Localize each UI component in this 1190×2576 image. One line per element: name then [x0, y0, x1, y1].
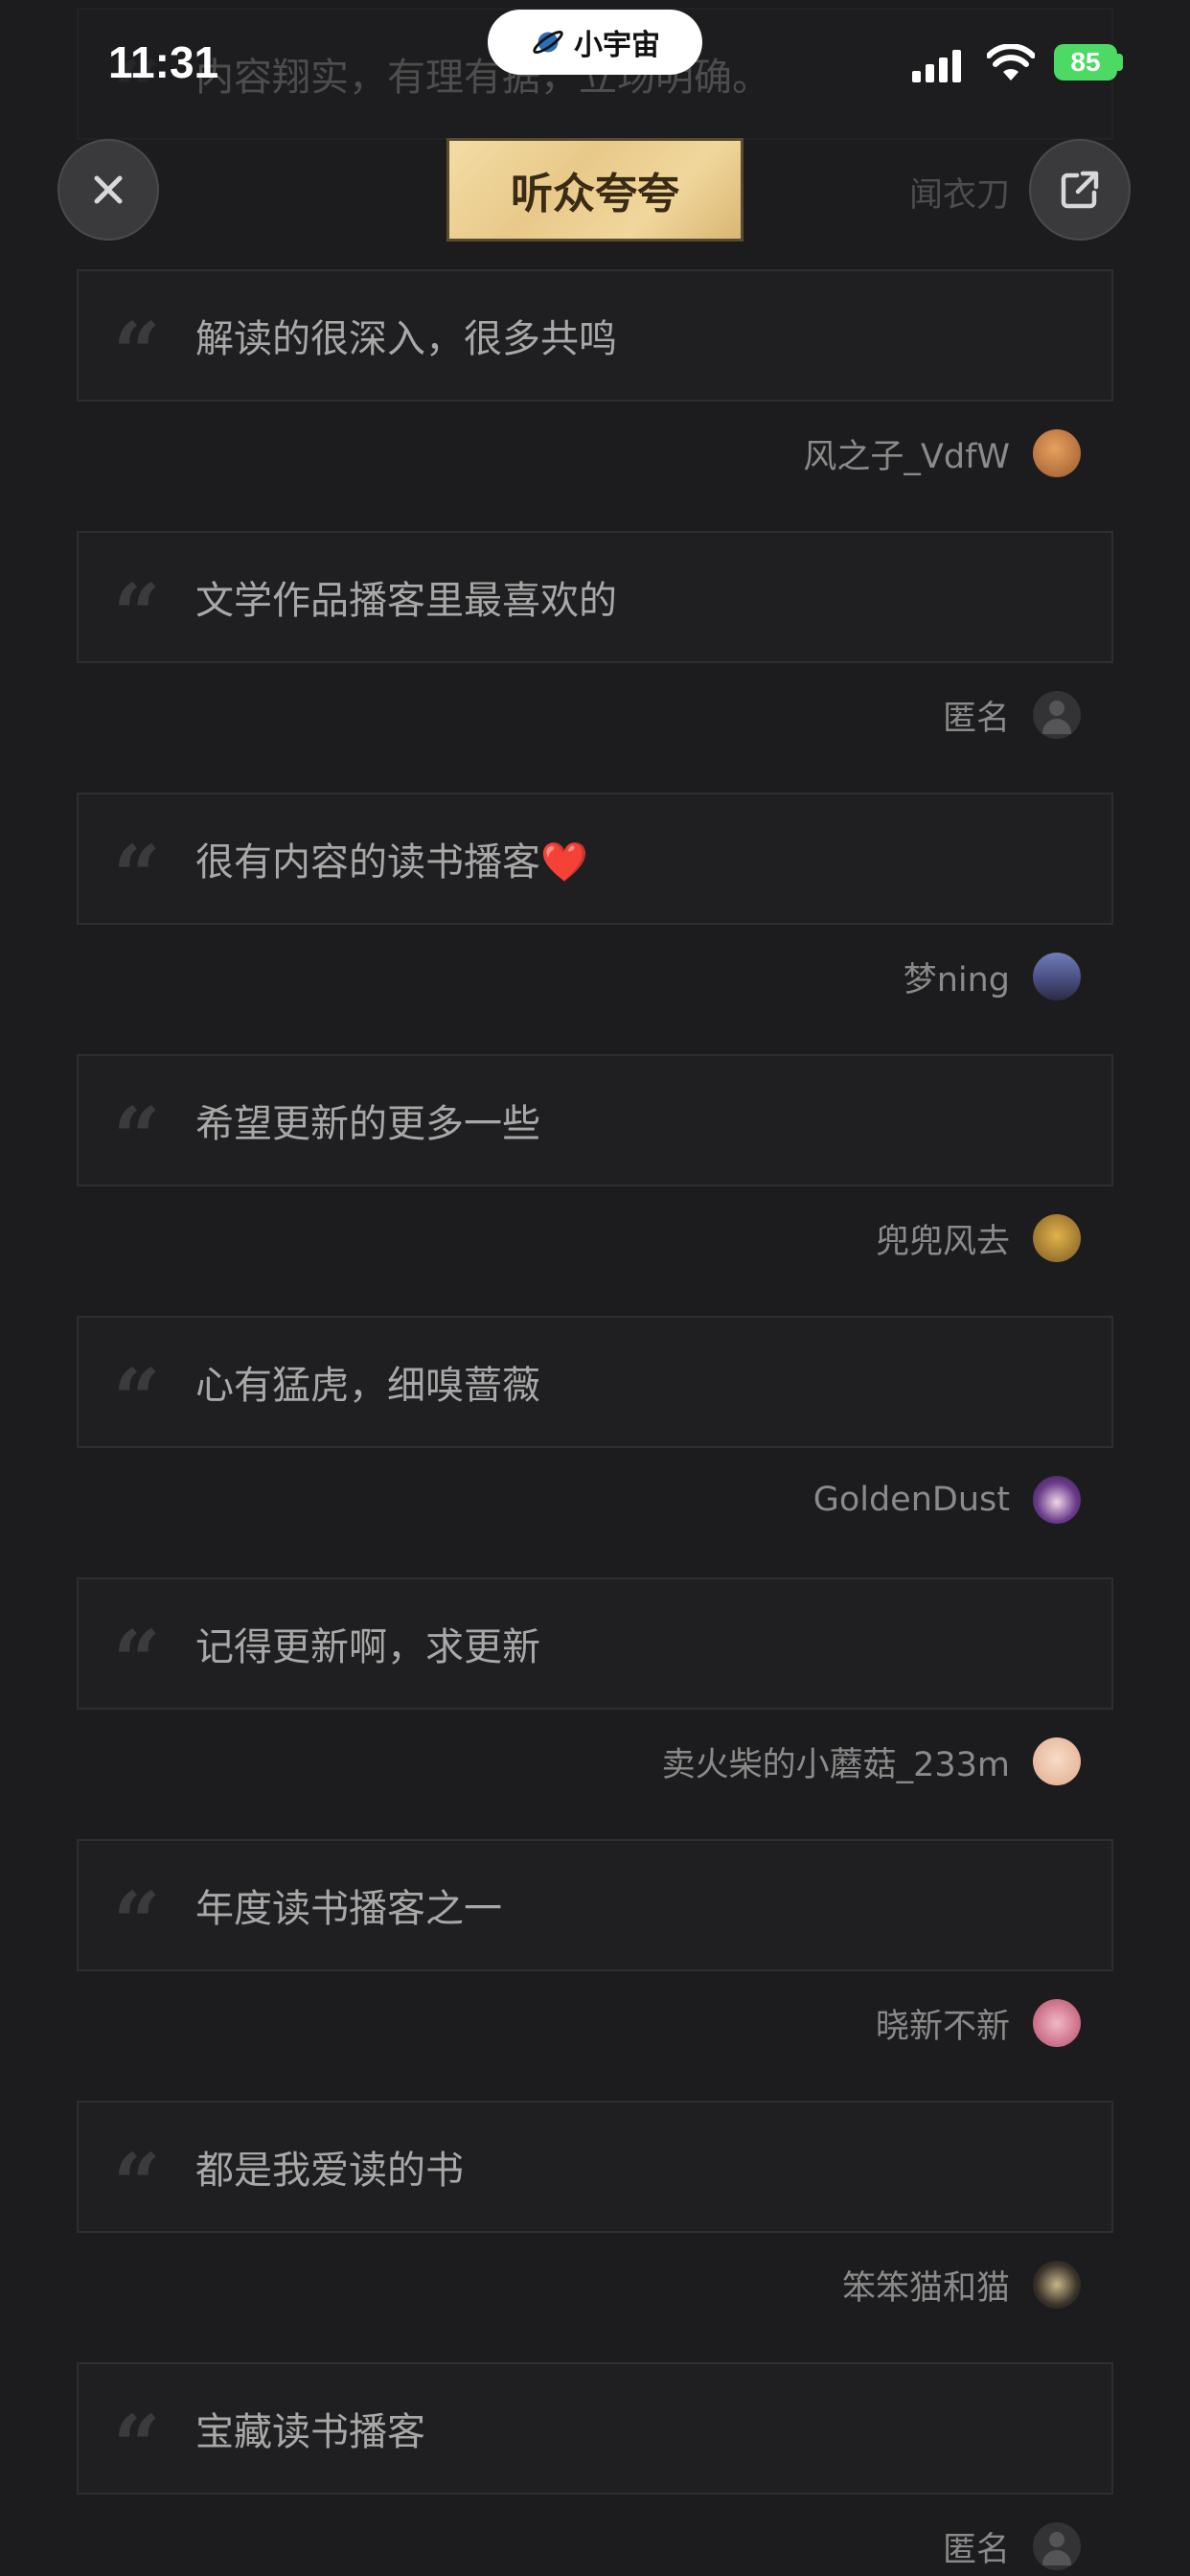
comment-text: 很有内容的读书播客❤️ [195, 840, 588, 885]
app-indicator-pill[interactable]: 小宇宙 [488, 10, 702, 75]
share-button[interactable] [1029, 139, 1131, 241]
planet-icon [533, 31, 563, 54]
quote-icon: “ [113, 1613, 161, 1710]
comment-card: “ 都是我爱读的书 [77, 2101, 1113, 2233]
quote-icon: “ [113, 2398, 161, 2495]
status-time: 11:31 [108, 37, 219, 87]
quote-icon: “ [113, 566, 161, 663]
author-name[interactable]: 兜兜风去 [876, 1214, 1010, 1263]
author-name[interactable]: 闻衣刀 [909, 168, 1010, 217]
comment-card: “ 很有内容的读书播客❤️ [77, 793, 1113, 925]
avatar[interactable] [1033, 1476, 1081, 1524]
quote-icon: “ [113, 1874, 161, 1971]
comment-text: 解读的很深入，很多共鸣 [195, 317, 617, 361]
comment-card: “ 年度读书播客之一 [77, 1839, 1113, 1971]
author-name[interactable]: GoldenDust [813, 1481, 1010, 1519]
comment-card: “ 希望更新的更多一些 [77, 1054, 1113, 1186]
comment-author[interactable]: GoldenDust [813, 1475, 1081, 1525]
quote-icon: “ [113, 305, 161, 402]
close-icon [94, 175, 123, 204]
anonymous-avatar-icon[interactable] [1033, 691, 1081, 739]
comment-text: 宝藏读书播客 [195, 2410, 425, 2454]
quote-icon: “ [113, 828, 161, 925]
comment-card: “ 心有猛虎，细嗅蔷薇 [77, 1316, 1113, 1448]
author-name[interactable]: 笨笨猫和猫 [842, 2261, 1010, 2310]
avatar[interactable] [1033, 1999, 1081, 2047]
comment-author[interactable]: 晓新不新 [876, 1998, 1081, 2048]
comment-card: “ 宝藏读书播客 [77, 2362, 1113, 2495]
avatar[interactable] [1033, 953, 1081, 1000]
author-name[interactable]: 晓新不新 [876, 1999, 1010, 2048]
page-title: 听众夸夸 [511, 170, 679, 218]
comment-text: 都是我爱读的书 [195, 2149, 464, 2193]
comment-author[interactable]: 卖火柴的小蘑菇_233m [662, 1736, 1081, 1786]
comment-author[interactable]: 兜兜风去 [876, 1213, 1081, 1263]
comment-card: “ 记得更新啊，求更新 [77, 1577, 1113, 1710]
author-name[interactable]: 卖火柴的小蘑菇_233m [662, 1737, 1010, 1786]
comment-text: 记得更新啊，求更新 [195, 1625, 540, 1669]
quote-icon: “ [113, 1351, 161, 1448]
status-bar: 11:31 小宇宙 85 [0, 0, 1190, 134]
author-name[interactable]: 匿名 [943, 691, 1010, 740]
comment-author[interactable]: 梦ning [904, 952, 1081, 1001]
avatar[interactable] [1033, 1737, 1081, 1785]
battery-level: 85 [1070, 47, 1101, 77]
battery-cap [1117, 54, 1123, 71]
close-button[interactable] [57, 139, 159, 241]
comment-text: 希望更新的更多一些 [195, 1102, 540, 1146]
comment-text: 心有猛虎，细嗅蔷薇 [195, 1364, 540, 1408]
share-icon [1061, 171, 1099, 209]
author-name[interactable]: 风之子_VdfW [803, 429, 1010, 478]
wifi-icon [987, 44, 1035, 80]
comment-author[interactable]: 风之子_VdfW [803, 428, 1081, 478]
author-name[interactable]: 梦ning [904, 953, 1010, 1001]
comment-text: 文学作品播客里最喜欢的 [195, 579, 617, 623]
avatar[interactable] [1033, 2261, 1081, 2309]
page-title-banner: 听众夸夸 [446, 138, 744, 242]
comment-author[interactable]: 匿名 [943, 2521, 1081, 2571]
comment-author[interactable]: 匿名 [943, 690, 1081, 740]
comment-author[interactable]: 笨笨猫和猫 [842, 2260, 1081, 2310]
signal-icon [912, 50, 961, 82]
avatar[interactable] [1033, 1214, 1081, 1262]
avatar[interactable] [1033, 429, 1081, 477]
author-name[interactable]: 匿名 [943, 2522, 1010, 2571]
app-name: 小宇宙 [574, 29, 660, 62]
battery-indicator: 85 [1054, 44, 1117, 80]
comment-list: “内容翔实，有理有据，立场明确。 闻衣刀 “解读的很深入，很多共鸣 风之子_VdfW “… [0, 0, 1190, 2576]
comment-card: “ 文学作品播客里最喜欢的 [77, 531, 1113, 663]
comment-card: “ 解读的很深入，很多共鸣 [77, 269, 1113, 402]
quote-icon: “ [113, 2136, 161, 2233]
quote-icon: “ [113, 1090, 161, 1186]
comment-text: 年度读书播客之一 [195, 1887, 502, 1931]
anonymous-avatar-icon[interactable] [1033, 2522, 1081, 2570]
